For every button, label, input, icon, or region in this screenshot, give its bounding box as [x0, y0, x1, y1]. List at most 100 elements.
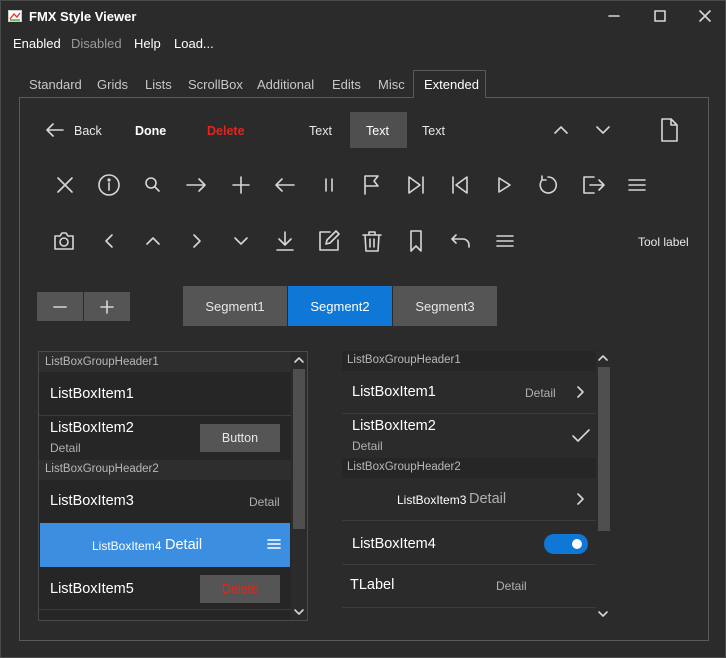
menu-disabled[interactable]: Disabled [71, 36, 122, 51]
tab-scrollbox[interactable]: ScrollBox [188, 77, 243, 92]
undo-icon[interactable] [448, 229, 472, 253]
right-list-item-1-detail: Detail [525, 386, 556, 400]
tab-additional[interactable]: Additional [257, 77, 314, 92]
close-icon [699, 10, 711, 22]
arrow-right-icon[interactable] [184, 173, 208, 197]
minimize-icon [608, 10, 620, 22]
list-group-header: ListBoxGroupHeader1 [347, 354, 461, 366]
toggle-knob [572, 539, 582, 549]
delete-button[interactable]: Delete [207, 124, 245, 138]
chevron-up-small-icon[interactable] [141, 229, 165, 253]
skip-next-icon[interactable] [404, 173, 428, 197]
list-item-4-label: ListBoxItem4 [92, 539, 162, 553]
minus-icon [52, 299, 68, 315]
list-item-2-button[interactable]: Button [200, 424, 280, 452]
play-icon[interactable] [492, 173, 516, 197]
toggle-switch[interactable] [544, 534, 588, 554]
scroll-up-icon[interactable] [293, 355, 305, 365]
chevron-left-icon[interactable] [97, 229, 121, 253]
list-item-2-button-label: Button [221, 431, 259, 445]
app-icon [8, 10, 22, 22]
list-item-5-delete-button[interactable]: Delete [200, 575, 280, 603]
minimize-button[interactable] [591, 1, 637, 31]
list-item-5-delete-label: Delete [221, 582, 259, 596]
tab-grids[interactable]: Grids [97, 77, 128, 92]
back-arrow-icon[interactable] [43, 118, 67, 142]
right-list-item-3-label[interactable]: ListBoxItem3 [397, 493, 466, 507]
chevron-down-icon[interactable] [591, 118, 615, 142]
close-x-icon[interactable] [53, 173, 77, 197]
right-list-item-2-detail: Detail [352, 439, 383, 453]
scroll-down-icon[interactable] [293, 607, 305, 617]
back-button[interactable]: Back [74, 124, 102, 138]
right-list-item-1-label[interactable]: ListBoxItem1 [352, 384, 436, 400]
exit-icon[interactable] [580, 173, 606, 197]
menu-enabled[interactable]: Enabled [13, 36, 61, 51]
done-button[interactable]: Done [135, 124, 166, 138]
title-bar: FMX Style Viewer [1, 1, 725, 31]
list-group-header: ListBoxGroupHeader2 [347, 461, 461, 473]
tab-edits[interactable]: Edits [332, 77, 361, 92]
document-icon[interactable] [657, 117, 681, 143]
segment-2[interactable]: Segment2 [288, 286, 392, 326]
list-item-3-detail: Detail [249, 495, 280, 509]
text-button-1[interactable]: Text [309, 124, 332, 138]
scroll-down-icon[interactable] [597, 609, 609, 619]
chevron-up-icon[interactable] [549, 118, 573, 142]
tab-lists[interactable]: Lists [145, 77, 172, 92]
app-window: FMX Style Viewer Enabled Disabled Help L… [0, 0, 726, 658]
list-item-1-label[interactable]: ListBoxItem1 [50, 386, 134, 402]
right-list-item-4-label[interactable]: ListBoxItem4 [352, 536, 436, 552]
plus-icon[interactable] [229, 173, 253, 197]
checkmark-icon[interactable] [571, 427, 591, 445]
close-button[interactable] [682, 1, 726, 31]
chevron-right-icon[interactable] [185, 229, 209, 253]
menu-help[interactable]: Help [134, 36, 161, 51]
chevron-right-icon[interactable] [573, 491, 589, 507]
tool-label: Tool label [638, 235, 689, 249]
list-lines-icon[interactable] [493, 229, 517, 253]
chevron-right-icon[interactable] [573, 384, 589, 400]
list-item-5-label[interactable]: ListBoxItem5 [50, 581, 134, 597]
stepper-minus-button[interactable] [37, 292, 83, 321]
segment-1[interactable]: Segment1 [183, 286, 287, 326]
camera-icon[interactable] [52, 229, 76, 253]
trash-icon[interactable] [360, 229, 384, 253]
text-button-3[interactable]: Text [422, 124, 445, 138]
info-icon[interactable] [97, 173, 121, 197]
separator [342, 564, 596, 565]
separator [39, 415, 291, 416]
tab-extended[interactable]: Extended [424, 77, 479, 92]
tab-standard[interactable]: Standard [29, 77, 82, 92]
separator [342, 607, 596, 608]
flag-icon[interactable] [360, 173, 384, 197]
listbox-left-scrollbar-thumb[interactable] [293, 369, 305, 529]
right-list-item-3-detail: Detail [469, 491, 507, 507]
search-icon[interactable] [141, 173, 165, 197]
list-item-3-label[interactable]: ListBoxItem3 [50, 493, 134, 509]
window-title: FMX Style Viewer [29, 9, 137, 24]
maximize-button[interactable] [637, 1, 683, 31]
drag-handle-icon[interactable] [266, 536, 282, 552]
bookmark-icon[interactable] [404, 229, 428, 253]
download-icon[interactable] [273, 229, 297, 253]
chevron-down-small-icon[interactable] [229, 229, 253, 253]
arrow-left-icon[interactable] [273, 173, 297, 197]
listbox-right-scrollbar-thumb[interactable] [598, 367, 610, 531]
edit-icon[interactable] [317, 229, 341, 253]
plus-small-icon [99, 299, 115, 315]
menu-load[interactable]: Load... [174, 36, 214, 51]
separator [39, 609, 291, 610]
tab-misc[interactable]: Misc [378, 77, 405, 92]
menu-lines-icon[interactable] [625, 173, 649, 197]
text-button-2[interactable]: Text [366, 124, 389, 138]
tlabel-detail: Detail [496, 579, 527, 593]
right-list-item-2-label[interactable]: ListBoxItem2 [352, 418, 436, 434]
segment-3[interactable]: Segment3 [393, 286, 497, 326]
pause-icon[interactable] [317, 173, 341, 197]
skip-previous-icon[interactable] [448, 173, 472, 197]
stepper-plus-button[interactable] [84, 292, 130, 321]
list-item-2-label[interactable]: ListBoxItem2 [50, 420, 134, 436]
scroll-up-icon[interactable] [597, 353, 609, 363]
refresh-icon[interactable] [536, 173, 560, 197]
